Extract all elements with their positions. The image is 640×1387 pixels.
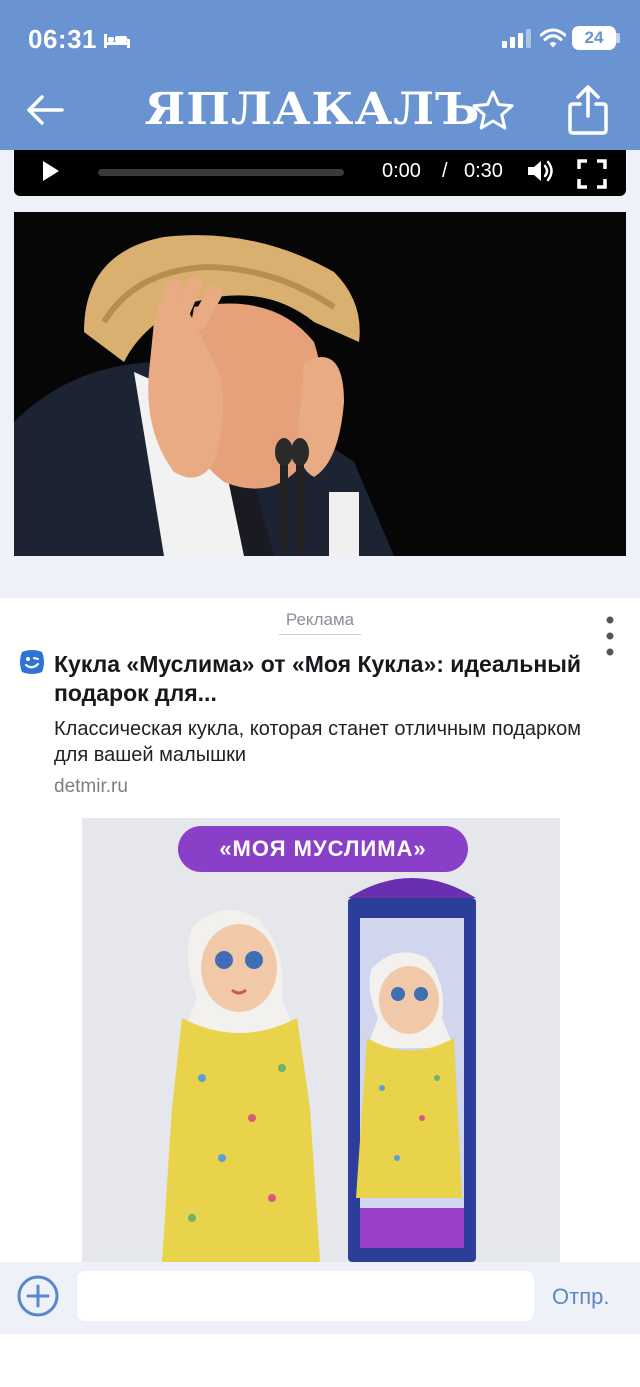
app-header: 06:31 24 ЯПЛАКАЛЪ (0, 0, 640, 150)
video-progress-bar[interactable] (98, 169, 344, 176)
nav-row: ЯПЛАКАЛЪ (0, 80, 640, 144)
video-total-time: 0:30 (464, 160, 503, 182)
doll-product-illustration (82, 818, 560, 1262)
ad-description: Классическая кукла, которая станет отлич… (54, 718, 582, 766)
video-time-separator: / (442, 160, 448, 182)
ad-image[interactable]: «МОЯ МУСЛИМА» (82, 818, 560, 1262)
send-button[interactable]: Отпр. (552, 1284, 609, 1310)
volume-icon[interactable] (526, 158, 556, 184)
ad-domain[interactable]: detmir.ru (54, 776, 128, 798)
video-current-time: 0:00 (382, 160, 421, 182)
play-icon[interactable] (42, 160, 60, 182)
signal-icon (502, 29, 531, 48)
status-time: 06:31 (28, 24, 97, 54)
ad-image-banner: «МОЯ МУСЛИМА» (178, 826, 468, 872)
ad-title[interactable]: Кукла «Муслима» от «Моя Кукла»: идеальны… (54, 650, 614, 708)
add-attachment-icon[interactable] (16, 1274, 60, 1318)
bed-icon (104, 34, 130, 48)
compose-bar: Отпр. (0, 1262, 640, 1334)
ad-brand-icon (20, 650, 44, 674)
back-arrow-icon[interactable] (22, 90, 68, 130)
wifi-icon (540, 28, 566, 48)
share-icon[interactable] (566, 84, 610, 136)
message-input[interactable] (77, 1271, 534, 1321)
site-logo[interactable]: ЯПЛАКАЛЪ (145, 80, 480, 140)
ad-label: Реклама (285, 610, 355, 629)
star-icon[interactable] (470, 88, 516, 134)
fullscreen-icon[interactable] (576, 158, 608, 190)
video-player: 0:00 / 0:30 (14, 150, 626, 196)
battery-tip (616, 33, 620, 43)
post-photo-illustration (14, 212, 626, 556)
ad-card: Реклама Кукла «Муслима» от «Моя Кукла»: … (0, 598, 640, 1262)
home-indicator-area (0, 1334, 640, 1387)
post-photo[interactable] (14, 212, 626, 556)
battery-icon: 24 (572, 26, 616, 50)
status-bar: 06:31 24 (0, 22, 640, 58)
ad-label-underline (279, 634, 361, 635)
